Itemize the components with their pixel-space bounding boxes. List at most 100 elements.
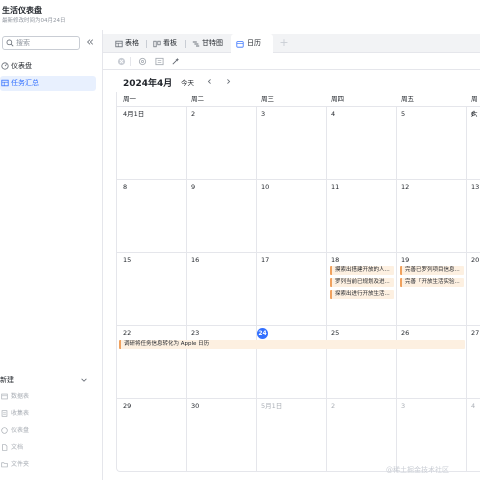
new-label: 新建 xyxy=(0,376,14,384)
day-cell-may-2[interactable]: 2 xyxy=(331,402,335,411)
day-cell-apr-10[interactable]: 10 xyxy=(261,183,269,192)
create-document-item[interactable]: 文档 xyxy=(0,442,96,454)
table-icon xyxy=(115,40,123,48)
calendar-event[interactable]: 摸索出搭建开放的人... xyxy=(330,266,394,275)
calendar-event-multiday[interactable]: 调研将任务信息转化为 Apple 日历 xyxy=(119,340,465,349)
create-item-label: 仪表盘 xyxy=(11,427,30,434)
sidebar-item-label: 仪表盘 xyxy=(11,62,32,70)
calendar-grid: 周一 周二 周三 周四 周五 周六 4月1日 2 3 4 5 6 8 9 10 … xyxy=(116,92,480,472)
weekday-tue: 周二 xyxy=(191,95,204,103)
chevron-right-icon[interactable] xyxy=(225,78,232,85)
day-cell-apr-19[interactable]: 19 xyxy=(401,256,409,265)
search-icon xyxy=(6,39,14,47)
week-row-4: 22 23 24 25 26 27 调研将任务信息转化为 Apple 日历 xyxy=(117,326,480,399)
day-cell-apr-2[interactable]: 2 xyxy=(191,110,195,119)
day-cell-apr-5[interactable]: 5 xyxy=(401,110,405,119)
sidebar-item-task-summary[interactable]: 任务汇总 xyxy=(0,76,96,91)
search-input[interactable]: 搜索 xyxy=(2,36,80,50)
tab-label: 表格 xyxy=(125,39,139,47)
day-cell-apr-18[interactable]: 18 xyxy=(331,256,339,265)
close-circle-icon[interactable] xyxy=(117,57,126,66)
day-cell-apr-29[interactable]: 29 xyxy=(123,402,131,411)
day-cell-apr-15[interactable]: 15 xyxy=(123,256,131,265)
tab-gantt[interactable]: 甘特图 xyxy=(192,34,236,53)
weekday-thu: 周四 xyxy=(331,95,344,103)
day-cell-apr-17[interactable]: 17 xyxy=(261,256,269,265)
day-cell-apr-16[interactable]: 16 xyxy=(191,256,199,265)
add-view-button[interactable]: + xyxy=(279,37,289,48)
collapse-sidebar-icon[interactable] xyxy=(86,38,94,46)
form-icon xyxy=(1,410,8,417)
day-cell-may-3[interactable]: 3 xyxy=(401,402,405,411)
list-icon[interactable] xyxy=(155,57,164,66)
calendar-event[interactable]: 罗列当前已规划及进... xyxy=(330,278,394,287)
table-icon xyxy=(1,393,8,400)
week-row-1: 4月1日 2 3 4 5 6 xyxy=(117,107,480,180)
view-toolbar xyxy=(103,53,480,70)
day-cell-apr-9[interactable]: 9 xyxy=(191,183,195,192)
calendar-icon xyxy=(236,41,244,48)
weekday-mon: 周一 xyxy=(123,95,136,103)
day-cell-apr-23[interactable]: 23 xyxy=(191,329,199,338)
settings-icon[interactable] xyxy=(138,57,147,66)
last-modified-text: 最新修改时间为04月24日 xyxy=(2,18,66,24)
day-cell-apr-25[interactable]: 25 xyxy=(331,329,339,338)
magic-icon[interactable] xyxy=(171,57,180,66)
day-cell-may-4[interactable]: 4 xyxy=(471,402,475,411)
tab-divider xyxy=(146,40,147,48)
day-cell-apr-22[interactable]: 22 xyxy=(123,329,131,338)
tab-label: 看板 xyxy=(163,39,177,47)
day-cell-may-1[interactable]: 5月1日 xyxy=(261,402,282,411)
sidebar: 搜索 仪表盘 任务汇总 新建 数据表 收集表 仪表盘 文档 文件夹 xyxy=(0,30,103,480)
calendar-event[interactable]: 探索出进行开放生活... xyxy=(330,290,394,299)
day-cell-apr-4[interactable]: 4 xyxy=(331,110,335,119)
weekday-wed: 周三 xyxy=(261,95,274,103)
day-cell-apr-6[interactable]: 6 xyxy=(471,110,475,119)
table-icon xyxy=(1,79,9,87)
day-cell-apr-11[interactable]: 11 xyxy=(331,183,339,192)
tab-divider xyxy=(185,40,186,48)
dashboard-icon xyxy=(1,62,9,70)
watermark-text: @稀土掘金技术社区 xyxy=(386,466,449,474)
folder-icon xyxy=(1,462,8,468)
chevron-down-icon xyxy=(81,378,87,382)
day-cell-apr-27[interactable]: 27 xyxy=(471,329,479,338)
day-cell-apr-3[interactable]: 3 xyxy=(261,110,265,119)
create-dashboard-item[interactable]: 仪表盘 xyxy=(0,425,96,437)
chevron-left-icon[interactable] xyxy=(206,78,213,85)
create-item-label: 数据表 xyxy=(11,393,30,400)
tab-label: 甘特图 xyxy=(202,39,223,47)
app-title: 生活仪表盘 xyxy=(2,6,42,15)
create-item-label: 文档 xyxy=(11,444,24,451)
toolbar-divider xyxy=(130,57,131,66)
day-cell-apr-8[interactable]: 8 xyxy=(123,183,127,192)
tab-calendar[interactable]: 日历 xyxy=(231,34,273,53)
view-tabbar: 表格 看板 甘特图 日历 + xyxy=(103,34,480,53)
day-cell-apr-20[interactable]: 20 xyxy=(471,256,479,265)
today-button[interactable]: 今天 xyxy=(181,77,194,87)
gantt-icon xyxy=(192,41,200,47)
tab-kanban[interactable]: 看板 xyxy=(153,34,193,53)
weekday-fri: 周五 xyxy=(401,95,414,103)
create-datasheet-item[interactable]: 数据表 xyxy=(0,391,96,403)
sidebar-item-label: 任务汇总 xyxy=(11,79,39,87)
day-cell-apr-13[interactable]: 13 xyxy=(471,183,479,192)
today-date-marker[interactable]: 24 xyxy=(257,328,268,339)
day-cell-apr-26[interactable]: 26 xyxy=(401,329,409,338)
sidebar-item-dashboard[interactable]: 仪表盘 xyxy=(0,59,96,74)
day-cell-apr-30[interactable]: 30 xyxy=(191,402,199,411)
calendar-event[interactable]: 完善已罗列项目信息... xyxy=(400,266,464,275)
weekday-sat: 周六 xyxy=(471,95,478,118)
week-row-2: 8 9 10 11 12 13 xyxy=(117,180,480,253)
dashboard-icon xyxy=(1,427,8,434)
search-placeholder: 搜索 xyxy=(16,39,30,47)
day-cell-apr-1[interactable]: 4月1日 xyxy=(123,110,144,119)
new-section-toggle[interactable]: 新建 xyxy=(0,374,96,386)
tab-label: 日历 xyxy=(247,39,261,47)
calendar-event[interactable]: 完善「开放生活实验... xyxy=(400,278,464,287)
create-folder-item[interactable]: 文件夹 xyxy=(0,459,96,471)
weekday-header: 周一 周二 周三 周四 周五 周六 xyxy=(117,92,480,118)
day-cell-apr-12[interactable]: 12 xyxy=(401,183,409,192)
create-item-label: 文件夹 xyxy=(11,461,30,468)
create-form-item[interactable]: 收集表 xyxy=(0,408,96,420)
